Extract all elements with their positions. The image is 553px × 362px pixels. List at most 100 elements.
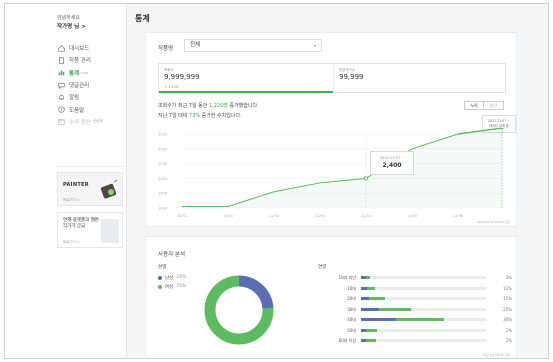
views-delta: + 1,234	[164, 85, 179, 89]
male-label: 남성	[165, 275, 174, 281]
x-tick-label: 11/06	[453, 214, 463, 218]
highlight-point	[363, 176, 368, 181]
new-badge: new	[81, 70, 89, 75]
followers-stat[interactable]: 관심작가수 99,999	[333, 64, 507, 93]
sidebar-item-label: 통계	[69, 70, 80, 77]
age-label: 10대	[347, 285, 356, 291]
summary-line-2: 지난 7일 대비 73% 증가한 수치입니다.	[158, 112, 242, 119]
filter-label: 작품명	[158, 46, 174, 52]
age-bar-male	[361, 307, 379, 311]
user-menu[interactable]: 작가명 님 >	[57, 22, 86, 30]
chart-timestamp: 2022.00.00 00:00 기준	[476, 220, 510, 224]
views-stat[interactable]: 조회수 9,999,999 + 1,234	[159, 64, 333, 93]
age-bar-male	[361, 318, 396, 321]
coming-soon-badge: 준비중	[93, 119, 103, 124]
followers-value: 99,999	[339, 73, 364, 81]
age-row: 10대 미만 3%	[318, 273, 512, 284]
work-select[interactable]: 전체 ▾	[184, 39, 322, 52]
age-track	[361, 286, 486, 290]
sidebar-item-dashboard[interactable]: 대시보드	[57, 42, 123, 54]
calendar-icon	[57, 118, 65, 126]
y-tick-label: 1000	[158, 207, 167, 211]
sidebar-item-help[interactable]: 도움말	[57, 103, 123, 115]
creator-illustration-icon	[101, 219, 119, 243]
age-bar-female	[368, 297, 385, 300]
sidebar: 안녕하세요 작가명 님 > 대시보드 작품 관리 통계 new 댓글관리 알림 …	[5, 4, 127, 358]
age-row: 40대 30%	[318, 315, 512, 326]
age-label: 30대	[347, 306, 356, 312]
y-tick-label: 3500	[158, 133, 167, 137]
age-pct: 30%	[503, 317, 512, 322]
demographics-card: 사용자 분석 성별 남성 24% 여성 76% 연령 10대 미만 3% 10대 12…	[145, 236, 517, 358]
painter-link[interactable]: 바로가기 >	[63, 198, 80, 203]
age-row: 50대 2%	[318, 326, 512, 337]
summary-text: 증가했습니다.	[227, 103, 259, 109]
sidebar-item-stats[interactable]: 통계 new	[57, 67, 123, 79]
sidebar-item-label: 도움말	[69, 107, 85, 114]
x-tick-label: 11/04	[361, 214, 372, 218]
work-select-value: 전체	[190, 42, 201, 48]
tooltip-value: 2,400	[382, 162, 402, 169]
age-label: 10대 미만	[338, 275, 356, 280]
age-track	[361, 276, 486, 279]
age-bar-female	[366, 328, 378, 332]
data-tooltip: 2022.11.07 ~ 2,400	[370, 151, 414, 175]
sidebar-item-notifications[interactable]: 알림	[57, 91, 123, 103]
sidebar-item-label: 대시보드	[69, 46, 90, 53]
x-tick-label: 11/05	[407, 214, 417, 218]
female-label: 여성	[165, 284, 174, 290]
views-card: 작품명 전체 ▾ 조회수 9,999,999 + 1,234 관심작가수 99,…	[145, 32, 517, 227]
chevron-down-icon: ▾	[313, 43, 316, 48]
age-pct: 25%	[503, 306, 512, 312]
age-label: 50대	[347, 327, 356, 333]
age-bar-female	[396, 318, 444, 321]
age-label: 20대	[347, 296, 356, 301]
age-track	[361, 339, 486, 342]
age-pct: 3%	[505, 275, 512, 280]
demographics-footer: 최근 1년 데이터 기준	[483, 353, 510, 357]
age-title: 연령	[318, 265, 327, 270]
summary-highlight: 1,220명	[208, 103, 228, 109]
summary-text: 증가한 수치입니다.	[200, 113, 242, 119]
legend-female: 여성 76%	[158, 282, 186, 291]
age-bar-male	[361, 297, 369, 300]
sidebar-divider	[55, 166, 125, 167]
gender-legend: 남성 24% 여성 76%	[158, 273, 186, 291]
age-bar-chart: 10대 미만 3% 10대 12% 20대 15% 30대 25% 40대 30% 50대 2% 60대…	[318, 273, 512, 347]
sidebar-item-works[interactable]: 작품 관리	[57, 54, 123, 66]
female-pct: 76%	[176, 284, 187, 289]
age-label: 40대	[347, 317, 356, 322]
comment-icon	[57, 81, 65, 89]
summary-text: 조회수가 최근 7일 동안	[158, 103, 209, 109]
help-icon	[57, 106, 65, 114]
home-icon	[57, 44, 65, 52]
summary-line-1: 조회수가 최근 7일 동안 1,220명 증가했습니다.	[158, 102, 259, 109]
sidebar-item-comments[interactable]: 댓글관리	[57, 79, 123, 91]
gender-donut-chart	[204, 275, 274, 345]
x-tick-label: 10/31	[177, 214, 187, 218]
views-value: 9,999,999	[164, 73, 200, 81]
age-bar-female	[378, 307, 411, 311]
summary-highlight: 73%	[188, 113, 201, 119]
stats-summary: 조회수 9,999,999 + 1,234 관심작가수 99,999	[158, 63, 506, 93]
greeting-text: 안녕하세요	[57, 15, 81, 21]
legend-male: 남성 24%	[158, 273, 186, 282]
age-track	[361, 307, 486, 311]
male-pct: 24%	[176, 275, 187, 280]
age-track	[361, 318, 486, 321]
bar-chart-icon	[57, 69, 65, 77]
sidebar-item-label: 댓글관리	[69, 83, 90, 90]
painter-banner[interactable]: PAINTER 바로가기 >	[57, 172, 123, 206]
cumulative-button[interactable]: 누적	[464, 101, 484, 110]
creator-banner[interactable]: 연재 플랫폼의 웹툰 작가가 궁금 바로가기 >	[57, 212, 123, 248]
sidebar-item-label: 알림	[69, 95, 80, 102]
demographics-title: 사용자 분석	[158, 252, 186, 258]
creator-link[interactable]: 바로가기 >	[63, 240, 80, 245]
y-tick-label: 3000	[158, 147, 167, 151]
male-dot	[158, 275, 162, 280]
summary-text: 지난 7일 대비	[158, 113, 189, 119]
daily-button[interactable]: 일간	[484, 101, 504, 110]
female-dot	[158, 284, 162, 289]
bell-icon	[57, 93, 65, 101]
age-pct: 2%	[505, 327, 512, 333]
